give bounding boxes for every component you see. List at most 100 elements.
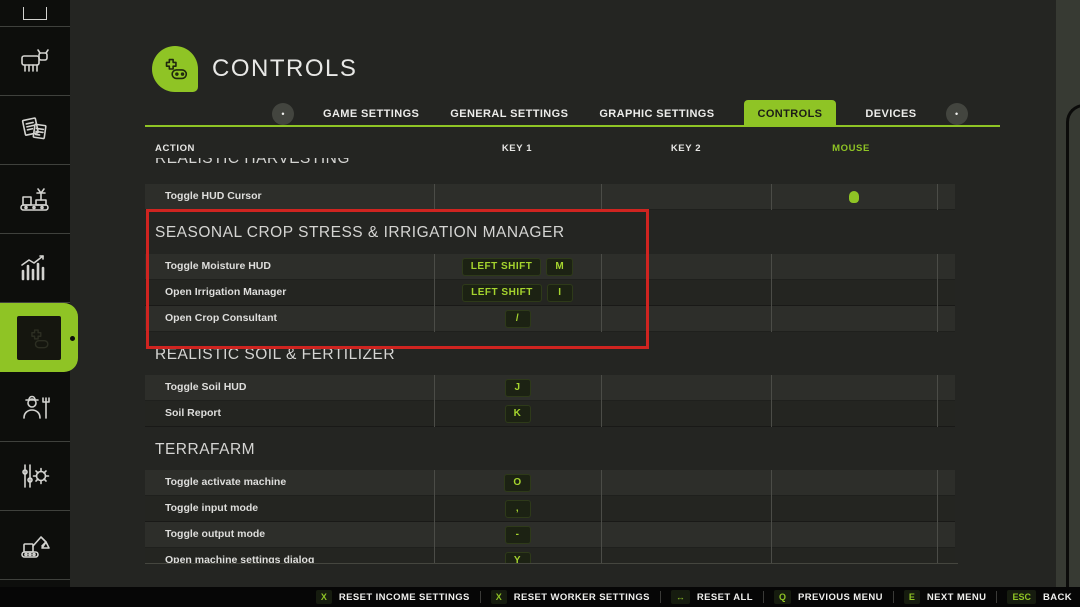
- key-badge: -: [505, 526, 531, 544]
- scrollbar[interactable]: [1066, 104, 1080, 587]
- key-cell[interactable]: [601, 254, 771, 280]
- footer-action-next-menu[interactable]: ENEXT MENU: [904, 590, 987, 604]
- contracts-icon: [17, 115, 53, 145]
- key-cell[interactable]: [601, 548, 771, 564]
- controls-list[interactable]: REALISTIC HARVESTINGToggle HUD CursorSEA…: [145, 158, 958, 564]
- action-label: Open Crop Consultant: [165, 306, 277, 331]
- sidebar-item-statistics[interactable]: [0, 234, 70, 303]
- column-divider: [771, 254, 772, 332]
- tabs-prev-button[interactable]: •: [272, 103, 294, 125]
- footer-action-back[interactable]: ESC BACK: [1007, 590, 1072, 604]
- section-group: Toggle activate machineOToggle input mod…: [145, 470, 955, 564]
- control-row-open-crop-consultant[interactable]: Open Crop Consultant /: [145, 306, 955, 332]
- action-label: Toggle output mode: [165, 522, 265, 547]
- key-cell[interactable]: /: [434, 306, 601, 332]
- tab-devices[interactable]: DEVICES: [863, 108, 918, 120]
- column-divider: [601, 375, 602, 427]
- farmer-icon: [17, 392, 53, 422]
- key-badge: LEFT SHIFT: [462, 284, 542, 302]
- control-row-toggle-moisture-hud[interactable]: Toggle Moisture HUD LEFT SHIFTM: [145, 254, 955, 280]
- page-header: CONTROLS: [152, 46, 357, 92]
- key-badge: ↔: [671, 590, 690, 604]
- action-label: Open machine settings dialog: [165, 548, 314, 564]
- action-label: Soil Report: [165, 401, 221, 426]
- key-badge: Q: [774, 590, 791, 604]
- sidebar-item-landscaping[interactable]: [0, 511, 70, 580]
- key-cell[interactable]: [601, 280, 771, 306]
- key-badge: /: [505, 310, 531, 328]
- key-cell[interactable]: ,: [434, 496, 601, 522]
- key-cell[interactable]: LEFT SHIFTM: [434, 254, 601, 280]
- key-cell[interactable]: K: [434, 401, 601, 427]
- mouse-cell[interactable]: [771, 280, 937, 306]
- tab-game-settings[interactable]: GAME SETTINGS: [321, 108, 421, 120]
- key-cell[interactable]: LEFT SHIFT I: [434, 280, 601, 306]
- key-cell[interactable]: [601, 470, 771, 496]
- control-row-open-irrigation-manager[interactable]: Open Irrigation ManagerLEFT SHIFTI: [145, 280, 955, 306]
- footer-action-reset-worker-settings[interactable]: XRESET WORKER SETTINGS: [491, 590, 650, 604]
- key-cell[interactable]: J: [434, 375, 601, 401]
- mouse-cell[interactable]: [771, 184, 937, 210]
- tab-controls[interactable]: CONTROLS: [744, 100, 837, 127]
- control-row-toggle-activate-machine[interactable]: Toggle activate machineO: [145, 470, 955, 496]
- section-title-realistic-harvesting: REALISTIC HARVESTING: [155, 158, 350, 172]
- column-header-action: ACTION: [155, 143, 195, 154]
- key-cell[interactable]: O: [434, 470, 601, 496]
- key-cell[interactable]: [601, 375, 771, 401]
- mouse-icon: [849, 191, 859, 203]
- sidebar-item-settings[interactable]: [0, 442, 70, 511]
- mouse-cell[interactable]: [771, 522, 937, 548]
- control-row-soil-report[interactable]: Soil Report K: [145, 401, 955, 427]
- key-cell[interactable]: [601, 306, 771, 332]
- mouse-cell[interactable]: [771, 548, 937, 564]
- key-cell[interactable]: [601, 496, 771, 522]
- action-label: Toggle HUD Cursor: [165, 184, 262, 209]
- footer-action-reset-income-settings[interactable]: XRESET INCOME SETTINGS: [316, 590, 470, 604]
- tab-bar-items: GAME SETTINGS GENERAL SETTINGS GRAPHIC SET…: [321, 100, 919, 127]
- sidebar-item-production[interactable]: [0, 165, 70, 234]
- mouse-cell[interactable]: [771, 496, 937, 522]
- key-badge: ,: [505, 500, 531, 518]
- tabs-next-button[interactable]: •: [946, 103, 968, 125]
- footer-action-previous-menu[interactable]: QPREVIOUS MENU: [774, 590, 883, 604]
- sidebar-item-animals[interactable]: [0, 27, 70, 96]
- section-group: Toggle HUD Cursor: [145, 184, 955, 210]
- sidebar-item-characters[interactable]: [0, 373, 70, 442]
- footer-action-reset-all[interactable]: ↔RESET ALL: [671, 590, 753, 604]
- key-cell[interactable]: [601, 184, 771, 210]
- sidebar-item-top[interactable]: [0, 0, 70, 27]
- column-divider: [771, 375, 772, 427]
- tab-graphic-settings[interactable]: GRAPHIC SETTINGS: [597, 108, 716, 120]
- key-cell[interactable]: [601, 401, 771, 427]
- mouse-cell[interactable]: [771, 254, 937, 280]
- key-cell[interactable]: -: [434, 522, 601, 548]
- key-cell[interactable]: [601, 522, 771, 548]
- action-label: Toggle Moisture HUD: [165, 254, 271, 279]
- column-divider: [937, 184, 938, 210]
- control-row-open-machine-settings-dialog[interactable]: Open machine settings dialog Y: [145, 548, 955, 564]
- key-cell[interactable]: [434, 184, 601, 210]
- scrollbar-track[interactable]: [1056, 0, 1080, 587]
- tab-underline: [145, 125, 1000, 127]
- control-row-toggle-input-mode[interactable]: Toggle input mode,: [145, 496, 955, 522]
- sidebar-item-controls-active[interactable]: [0, 303, 78, 372]
- mouse-cell[interactable]: [771, 470, 937, 496]
- key-badge: ESC: [1007, 590, 1036, 604]
- footer-divider: [893, 591, 894, 603]
- page-title: CONTROLS: [212, 55, 357, 83]
- sidebar-item-contracts[interactable]: [0, 96, 70, 165]
- column-divider: [937, 470, 938, 564]
- tab-general-settings[interactable]: GENERAL SETTINGS: [448, 108, 570, 120]
- control-row-toggle-output-mode[interactable]: Toggle output mode -: [145, 522, 955, 548]
- control-row-toggle-hud-cursor[interactable]: Toggle HUD Cursor: [145, 184, 955, 210]
- control-row-toggle-soil-hud[interactable]: Toggle Soil HUDJ: [145, 375, 955, 401]
- mouse-cell[interactable]: [771, 306, 937, 332]
- key-badge: I: [547, 284, 573, 302]
- footer-divider: [996, 591, 997, 603]
- cut-off-icon: [23, 7, 47, 20]
- footer-action-label: RESET WORKER SETTINGS: [514, 592, 650, 603]
- mouse-cell[interactable]: [771, 375, 937, 401]
- key-cell[interactable]: Y: [434, 548, 601, 564]
- mouse-cell[interactable]: [771, 401, 937, 427]
- footer-action-label: BACK: [1043, 592, 1072, 603]
